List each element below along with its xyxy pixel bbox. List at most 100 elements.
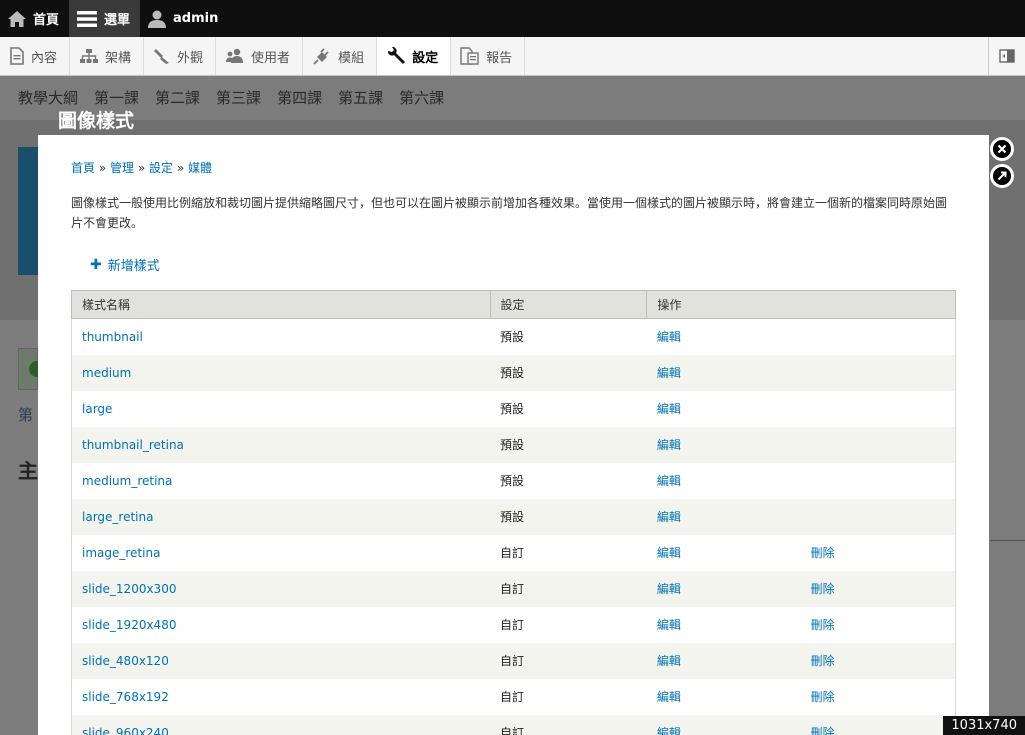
table-row: slide_1920x480 自訂 編輯 刪除 xyxy=(71,606,956,643)
edit-link[interactable]: 編輯 xyxy=(657,618,681,632)
wrench-icon xyxy=(388,47,406,64)
breadcrumb-link[interactable]: 首頁 xyxy=(71,161,95,175)
tray-orientation-toggle[interactable] xyxy=(988,37,1025,75)
toolbar-home[interactable]: 首頁 xyxy=(0,0,69,37)
breadcrumb-link[interactable]: 管理 xyxy=(110,161,134,175)
table-row: medium 預設 編輯 xyxy=(71,354,956,391)
site-nav-item[interactable]: 第六課 xyxy=(399,87,444,108)
breadcrumb-separator: » xyxy=(137,161,146,175)
style-name-link[interactable]: large_retina xyxy=(82,510,153,524)
style-setting-cell: 自訂 xyxy=(500,690,525,704)
style-setting-cell: 自訂 xyxy=(500,582,525,596)
table-row: medium_retina 預設 編輯 xyxy=(71,462,956,499)
style-name-link[interactable]: slide_960x240 xyxy=(82,726,169,735)
delete-cell xyxy=(800,462,956,499)
tray-item-people[interactable]: 使用者 xyxy=(216,37,304,75)
site-nav-item[interactable]: 第三課 xyxy=(216,87,261,108)
home-icon xyxy=(8,10,26,27)
style-name-link[interactable]: medium xyxy=(82,366,131,380)
style-name-link[interactable]: slide_1920x480 xyxy=(82,618,176,632)
table-row: image_retina 自訂 編輯 刪除 xyxy=(71,534,956,571)
modal-title: 圖像樣式 xyxy=(58,110,135,132)
style-setting-cell: 預設 xyxy=(500,330,525,345)
style-setting-cell: 預設 xyxy=(500,510,525,524)
tray-item-appearance[interactable]: 外觀 xyxy=(144,37,217,75)
style-name-cell: image_retina xyxy=(71,534,491,571)
delete-link[interactable]: 刪除 xyxy=(811,654,835,668)
toolbar-menu[interactable]: 選單 xyxy=(69,0,141,37)
style-name-link[interactable]: slide_768x192 xyxy=(82,690,169,704)
style-name-link[interactable]: medium_retina xyxy=(82,474,172,488)
site-bg-heading: 主 xyxy=(18,459,38,483)
toolbar-user[interactable]: admin xyxy=(140,0,228,37)
style-name-link[interactable]: thumbnail_retina xyxy=(82,438,184,452)
column-header-setting: 設定 xyxy=(490,290,648,319)
tray-item-configuration[interactable]: 設定 xyxy=(377,37,452,75)
style-name-cell: thumbnail_retina xyxy=(71,426,491,463)
edit-link[interactable]: 編輯 xyxy=(657,690,681,704)
table-row: large_retina 預設 編輯 xyxy=(71,498,956,535)
edit-link[interactable]: 編輯 xyxy=(657,474,681,488)
overlay-close-button[interactable] xyxy=(990,137,1014,161)
add-style-link[interactable]: ✚ 新增樣式 xyxy=(90,255,160,275)
edit-link[interactable]: 編輯 xyxy=(657,366,681,380)
table-header-row: 樣式名稱 設定 操作 xyxy=(71,290,956,319)
tray-item-label: 架構 xyxy=(105,50,132,66)
breadcrumb-separator: » xyxy=(176,161,185,175)
tray-item-structure[interactable]: 架構 xyxy=(70,37,145,75)
delete-link[interactable]: 刪除 xyxy=(811,582,835,596)
edit-link[interactable]: 編輯 xyxy=(657,402,681,416)
edit-link[interactable]: 編輯 xyxy=(657,582,681,596)
site-nav-item[interactable]: 第一課 xyxy=(94,87,139,108)
table-row: thumbnail_retina 預設 編輯 xyxy=(71,426,956,463)
edit-cell: 編輯 xyxy=(647,535,801,571)
edit-link[interactable]: 編輯 xyxy=(657,546,681,560)
edit-link[interactable]: 編輯 xyxy=(657,726,681,735)
style-name-link[interactable]: slide_1200x300 xyxy=(82,582,176,596)
edit-cell: 編輯 xyxy=(647,679,801,715)
breadcrumb-link[interactable]: 媒體 xyxy=(188,161,212,175)
edit-cell: 編輯 xyxy=(647,499,801,535)
appearance-icon xyxy=(154,49,170,64)
breadcrumb-link[interactable]: 設定 xyxy=(149,161,173,175)
tray-item-reports[interactable]: 報告 xyxy=(451,37,526,75)
breadcrumb: 首頁 » 管理 » 設定 » 媒體 xyxy=(71,159,212,176)
table-row: slide_960x240 自訂 編輯 刪除 xyxy=(71,714,956,735)
delete-cell: 刪除 xyxy=(800,714,956,735)
tray-item-content[interactable]: 內容 xyxy=(0,37,71,75)
site-bg-text: 第 xyxy=(18,406,34,424)
delete-link[interactable]: 刪除 xyxy=(811,690,835,704)
site-nav-item[interactable]: 第二課 xyxy=(155,87,200,108)
edit-cell: 編輯 xyxy=(647,643,801,679)
site-nav-item[interactable]: 第四課 xyxy=(277,87,322,108)
edit-link[interactable]: 編輯 xyxy=(657,438,681,452)
style-name-cell: large xyxy=(71,390,491,427)
edit-cell: 編輯 xyxy=(647,463,801,499)
delete-link[interactable]: 刪除 xyxy=(811,726,835,735)
style-name-link[interactable]: slide_480x120 xyxy=(82,654,169,668)
tray-item-modules[interactable]: 模組 xyxy=(303,37,378,75)
edit-cell: 編輯 xyxy=(647,607,801,643)
style-name-cell: slide_768x192 xyxy=(71,678,491,715)
toolbar-home-label: 首頁 xyxy=(33,13,60,28)
tray-item-label: 設定 xyxy=(412,50,439,66)
edit-link[interactable]: 編輯 xyxy=(657,654,681,668)
overlay-back-button[interactable] xyxy=(990,164,1014,188)
site-nav-item[interactable]: 第五課 xyxy=(338,87,383,108)
delete-cell: 刪除 xyxy=(800,678,956,715)
style-setting-cell: 自訂 xyxy=(500,618,525,632)
delete-link[interactable]: 刪除 xyxy=(811,618,835,632)
edit-link[interactable]: 編輯 xyxy=(657,510,681,524)
table-row: large 預設 編輯 xyxy=(71,390,956,427)
structure-icon xyxy=(80,49,99,63)
delete-link[interactable]: 刪除 xyxy=(811,546,835,560)
style-name-link[interactable]: image_retina xyxy=(82,546,160,560)
style-name-cell: medium_retina xyxy=(71,462,491,499)
edit-link[interactable]: 編輯 xyxy=(657,330,681,344)
toolbar-menu-label: 選單 xyxy=(104,13,131,28)
site-nav-item[interactable]: 教學大綱 xyxy=(18,87,78,108)
style-setting-cell: 自訂 xyxy=(500,654,525,668)
style-name-link[interactable]: large xyxy=(82,402,112,416)
style-name-link[interactable]: thumbnail xyxy=(82,330,143,344)
style-setting-cell: 預設 xyxy=(500,366,525,380)
